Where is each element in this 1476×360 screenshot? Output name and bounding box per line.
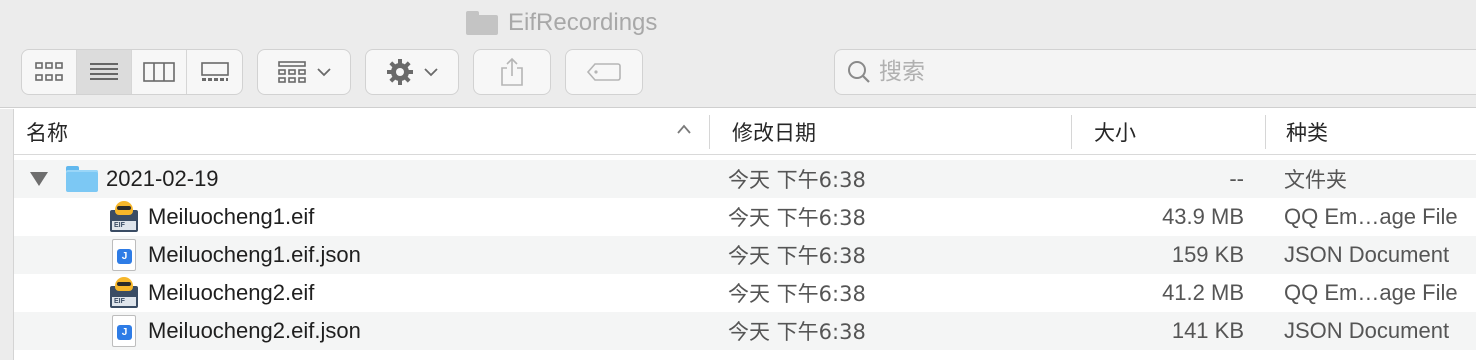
file-name: 2021-02-19 bbox=[106, 166, 219, 191]
eif-box-label: EIF bbox=[112, 297, 136, 306]
column-header-name[interactable]: 名称 bbox=[26, 109, 710, 155]
file-name: Meiluocheng2.eif.json bbox=[148, 318, 361, 343]
sort-ascending-icon bbox=[677, 124, 691, 134]
search-icon bbox=[848, 61, 870, 83]
emoji-face bbox=[115, 201, 133, 215]
column-view-button[interactable] bbox=[132, 50, 187, 94]
window-title: EifRecordings bbox=[466, 8, 657, 38]
eif-file-icon: EIF bbox=[110, 277, 138, 309]
icon-view-icon bbox=[35, 62, 63, 81]
list-item-file[interactable]: J Meiluocheng1.eif.json 今天 下午6:38 159 KB… bbox=[14, 236, 1476, 274]
json-document-icon: J bbox=[110, 315, 138, 347]
folder-icon bbox=[466, 11, 498, 35]
disclosure-triangle-icon[interactable] bbox=[30, 172, 48, 186]
file-kind: QQ Em…age File bbox=[1284, 280, 1458, 305]
file-kind: QQ Em…age File bbox=[1284, 204, 1458, 229]
list-item-file[interactable]: J Meiluocheng2.eif.json 今天 下午6:38 141 KB… bbox=[14, 312, 1476, 350]
gallery-view-icon bbox=[200, 62, 229, 81]
list-view-icon bbox=[90, 63, 118, 80]
group-grid-icon bbox=[278, 61, 306, 83]
column-separator[interactable] bbox=[1071, 115, 1072, 149]
json-document-page: J bbox=[112, 315, 136, 347]
file-size: 141 KB bbox=[1171, 318, 1244, 343]
emoji-face bbox=[115, 277, 133, 291]
list-item-file[interactable]: EIF Meiluocheng2.eif 今天 下午6:38 41.2 MB Q… bbox=[14, 274, 1476, 312]
column-separator[interactable] bbox=[709, 115, 710, 149]
tag-icon bbox=[586, 63, 621, 81]
json-badge: J bbox=[117, 325, 132, 340]
file-date: 今天 下午6:38 bbox=[728, 320, 866, 344]
file-name: Meiluocheng1.eif.json bbox=[148, 242, 361, 267]
search-field[interactable] bbox=[834, 49, 1476, 95]
column-date-label: 修改日期 bbox=[732, 121, 816, 145]
folder-icon bbox=[66, 166, 98, 192]
column-view-icon bbox=[143, 62, 175, 82]
json-badge: J bbox=[117, 249, 132, 264]
file-list: 2021-02-19 今天 下午6:38 -- 文件夹 EIF Meiluoch… bbox=[14, 160, 1476, 350]
column-header-kind[interactable]: 种类 bbox=[1286, 109, 1328, 155]
group-by-button[interactable] bbox=[257, 49, 351, 95]
file-size: 43.9 MB bbox=[1162, 204, 1244, 229]
file-date: 今天 下午6:38 bbox=[728, 282, 866, 306]
gallery-view-button[interactable] bbox=[187, 50, 242, 94]
share-button[interactable] bbox=[473, 49, 551, 95]
column-kind-label: 种类 bbox=[1286, 121, 1328, 145]
chevron-down-icon bbox=[317, 68, 331, 77]
column-header-date[interactable]: 修改日期 bbox=[732, 109, 816, 155]
file-date: 今天 下午6:38 bbox=[728, 168, 866, 192]
list-view-button[interactable] bbox=[77, 50, 132, 94]
eif-box-label: EIF bbox=[112, 221, 136, 230]
file-size: 41.2 MB bbox=[1162, 280, 1244, 305]
file-kind: JSON Document bbox=[1284, 318, 1450, 343]
column-separator[interactable] bbox=[1265, 115, 1266, 149]
json-document-page: J bbox=[112, 239, 136, 271]
gear-icon bbox=[387, 59, 413, 85]
file-name: Meiluocheng2.eif bbox=[148, 280, 315, 305]
share-icon bbox=[501, 57, 523, 86]
list-item-file[interactable]: EIF Meiluocheng1.eif 今天 下午6:38 43.9 MB Q… bbox=[14, 198, 1476, 236]
file-name: Meiluocheng1.eif bbox=[148, 204, 315, 229]
column-header: 名称 修改日期 大小 种类 bbox=[14, 109, 1476, 155]
view-mode-control bbox=[21, 49, 243, 95]
tag-button[interactable] bbox=[565, 49, 643, 95]
file-date: 今天 下午6:38 bbox=[728, 244, 866, 268]
file-kind: JSON Document bbox=[1284, 242, 1450, 267]
file-date: 今天 下午6:38 bbox=[728, 206, 866, 230]
json-document-icon: J bbox=[110, 239, 138, 271]
list-item-folder[interactable]: 2021-02-19 今天 下午6:38 -- 文件夹 bbox=[14, 160, 1476, 198]
file-kind: 文件夹 bbox=[1284, 168, 1347, 192]
column-header-size[interactable]: 大小 bbox=[1094, 109, 1136, 155]
file-size: -- bbox=[1229, 166, 1244, 191]
column-name-label: 名称 bbox=[26, 121, 68, 145]
sidebar-edge bbox=[0, 109, 14, 360]
column-size-label: 大小 bbox=[1094, 121, 1136, 145]
chevron-down-icon bbox=[424, 68, 438, 77]
action-menu-button[interactable] bbox=[365, 49, 459, 95]
file-size: 159 KB bbox=[1171, 242, 1244, 267]
search-input[interactable] bbox=[879, 59, 1439, 85]
toolbar: EifRecordings bbox=[0, 0, 1476, 108]
eif-file-icon: EIF bbox=[110, 201, 138, 233]
icon-view-button[interactable] bbox=[22, 50, 77, 94]
window-title-text: EifRecordings bbox=[508, 9, 658, 36]
